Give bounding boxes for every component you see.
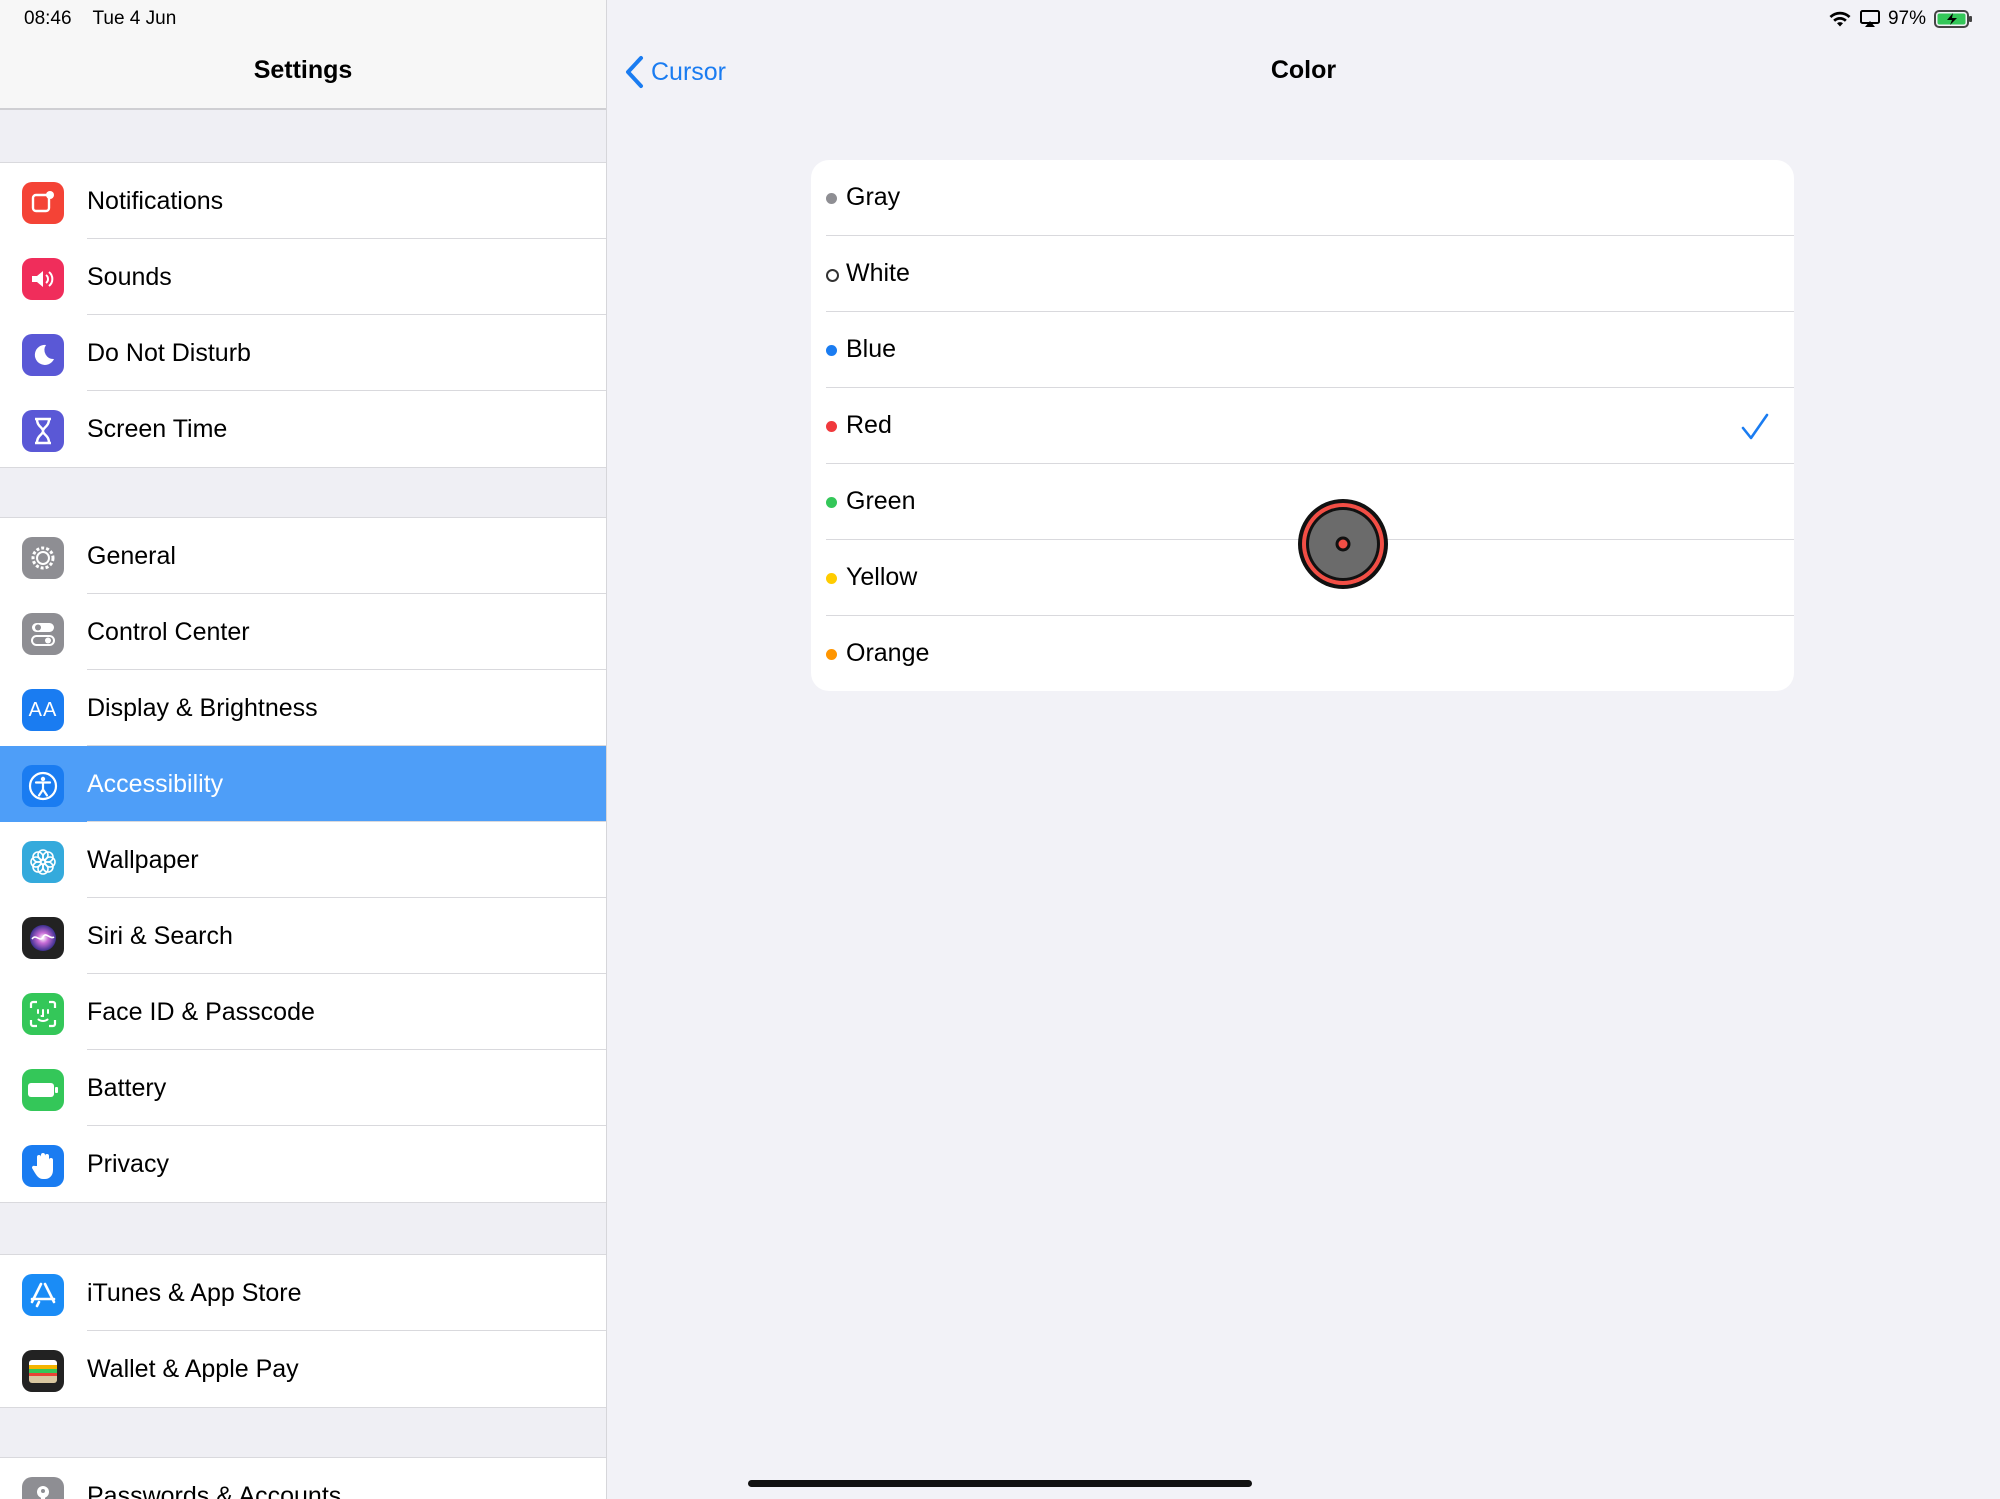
sidebar-item-label: Sounds bbox=[87, 263, 172, 291]
sidebar-item-label: Face ID & Passcode bbox=[87, 998, 315, 1026]
sidebar-item-control-center[interactable]: Control Center bbox=[0, 594, 606, 670]
sidebar-item-label: Do Not Disturb bbox=[87, 339, 251, 367]
color-option-label: Gray bbox=[846, 183, 901, 211]
color-swatch-dot bbox=[826, 345, 837, 356]
battery-percentage: 97% bbox=[1887, 8, 1926, 29]
sidebar-item-label: Notifications bbox=[87, 187, 224, 215]
sidebar-title: Settings bbox=[253, 56, 353, 84]
status-bar-right: 97% bbox=[1828, 8, 1974, 30]
status-time: 08:46 bbox=[24, 8, 72, 29]
status-bar-left: 08:46 Tue 4 Jun bbox=[24, 8, 192, 30]
color-option-blue[interactable]: Blue bbox=[811, 312, 1794, 388]
sidebar-item-notifications[interactable]: Notifications bbox=[0, 163, 606, 239]
color-option-red[interactable]: Red bbox=[811, 388, 1794, 464]
color-swatch-dot bbox=[826, 573, 837, 584]
hand-icon bbox=[22, 1145, 64, 1187]
siri-icon bbox=[22, 917, 64, 959]
airplay-icon bbox=[1859, 10, 1880, 27]
sidebar-item-label: Wallpaper bbox=[87, 846, 199, 874]
sounds-icon bbox=[22, 258, 64, 300]
status-date: Tue 4 Jun bbox=[92, 8, 177, 29]
pointer-cursor-icon bbox=[1298, 499, 1388, 589]
gear-icon bbox=[22, 537, 64, 579]
battery-icon bbox=[22, 1069, 64, 1111]
sidebar-item-label: Passwords & Accounts bbox=[87, 1482, 342, 1499]
color-option-label: Red bbox=[846, 411, 892, 439]
settings-sidebar: 08:46 Tue 4 Jun Settings Notifications So… bbox=[0, 0, 607, 1499]
accessibility-icon bbox=[22, 765, 64, 807]
toggles-icon bbox=[22, 613, 64, 655]
sidebar-item-general[interactable]: General bbox=[0, 518, 606, 594]
sidebar-item-label: Wallet & Apple Pay bbox=[87, 1355, 299, 1383]
color-option-label: Blue bbox=[846, 335, 897, 363]
sidebar-header: 08:46 Tue 4 Jun Settings bbox=[0, 0, 606, 110]
sidebar-item-label: iTunes & App Store bbox=[87, 1279, 302, 1307]
color-option-gray[interactable]: Gray bbox=[811, 160, 1794, 236]
sidebar-group: Passwords & Accounts bbox=[0, 1457, 606, 1499]
sidebar-item-wallpaper[interactable]: Wallpaper bbox=[0, 822, 606, 898]
color-option-label: Orange bbox=[846, 639, 930, 667]
color-option-orange[interactable]: Orange bbox=[811, 616, 1794, 691]
color-option-white[interactable]: White bbox=[811, 236, 1794, 312]
flower-icon bbox=[22, 841, 64, 883]
settings-screen: 08:46 Tue 4 Jun Settings Notifications So… bbox=[0, 0, 2000, 1499]
color-option-label: Yellow bbox=[846, 563, 918, 591]
color-swatch-dot bbox=[826, 649, 837, 660]
sidebar-item-label: Screen Time bbox=[87, 415, 228, 443]
moon-icon bbox=[22, 334, 64, 376]
color-swatch-dot bbox=[826, 497, 837, 508]
appstore-icon bbox=[22, 1274, 64, 1316]
detail-pane: 97% Cursor Color Gray White Blue Red Green Ye… bbox=[607, 0, 2000, 1499]
sidebar-item-label: Battery bbox=[87, 1074, 167, 1102]
sidebar-item-battery[interactable]: Battery bbox=[0, 1050, 606, 1126]
sidebar-item-label: Control Center bbox=[87, 618, 250, 646]
wifi-icon bbox=[1829, 11, 1851, 27]
sidebar-item-sounds[interactable]: Sounds bbox=[0, 239, 606, 315]
sidebar-item-label: General bbox=[87, 542, 176, 570]
sidebar-item-privacy[interactable]: Privacy bbox=[0, 1126, 606, 1202]
page-title: Color bbox=[1270, 56, 1337, 84]
sidebar-item-label: Siri & Search bbox=[87, 922, 233, 950]
home-indicator[interactable] bbox=[748, 1480, 1252, 1487]
sidebar-item-display-and-brightness[interactable]: AA Display & Brightness bbox=[0, 670, 606, 746]
key-icon bbox=[22, 1477, 64, 1499]
sidebar-group: iTunes & App Store Wallet & Apple Pay bbox=[0, 1254, 606, 1408]
sidebar-group: Notifications Sounds Do Not Disturb Screen … bbox=[0, 162, 606, 468]
color-options-list: Gray White Blue Red Green Yellow Orange bbox=[811, 160, 1794, 691]
sidebar-item-itunes-and-app-store[interactable]: iTunes & App Store bbox=[0, 1255, 606, 1331]
sidebar-item-accessibility[interactable]: Accessibility bbox=[0, 746, 606, 822]
sidebar-item-wallet-and-apple-pay[interactable]: Wallet & Apple Pay bbox=[0, 1331, 606, 1407]
hourglass-icon bbox=[22, 410, 64, 452]
notifications-icon bbox=[22, 182, 64, 224]
faceid-icon bbox=[22, 993, 64, 1035]
display-icon: AA bbox=[22, 689, 64, 731]
color-swatch-dot bbox=[826, 421, 837, 432]
color-swatch-dot bbox=[826, 193, 837, 204]
sidebar-item-screen-time[interactable]: Screen Time bbox=[0, 391, 606, 467]
sidebar-item-label: Accessibility bbox=[87, 770, 224, 798]
checkmark-icon bbox=[1741, 413, 1769, 440]
color-option-label: White bbox=[846, 259, 910, 287]
color-option-label: Green bbox=[846, 487, 916, 515]
wallet-icon bbox=[22, 1350, 64, 1392]
sidebar-item-passwords-and-accounts[interactable]: Passwords & Accounts bbox=[0, 1458, 606, 1499]
color-swatch-dot bbox=[826, 269, 839, 282]
sidebar-item-face-id-and-passcode[interactable]: Face ID & Passcode bbox=[0, 974, 606, 1050]
sidebar-item-label: Privacy bbox=[87, 1150, 169, 1178]
sidebar-item-siri-and-search[interactable]: Siri & Search bbox=[0, 898, 606, 974]
sidebar-item-label: Display & Brightness bbox=[87, 694, 318, 722]
sidebar-group: General Control Center AA Display & Brightn… bbox=[0, 517, 606, 1203]
battery-charging-icon bbox=[1934, 10, 1972, 28]
sidebar-item-do-not-disturb[interactable]: Do Not Disturb bbox=[0, 315, 606, 391]
